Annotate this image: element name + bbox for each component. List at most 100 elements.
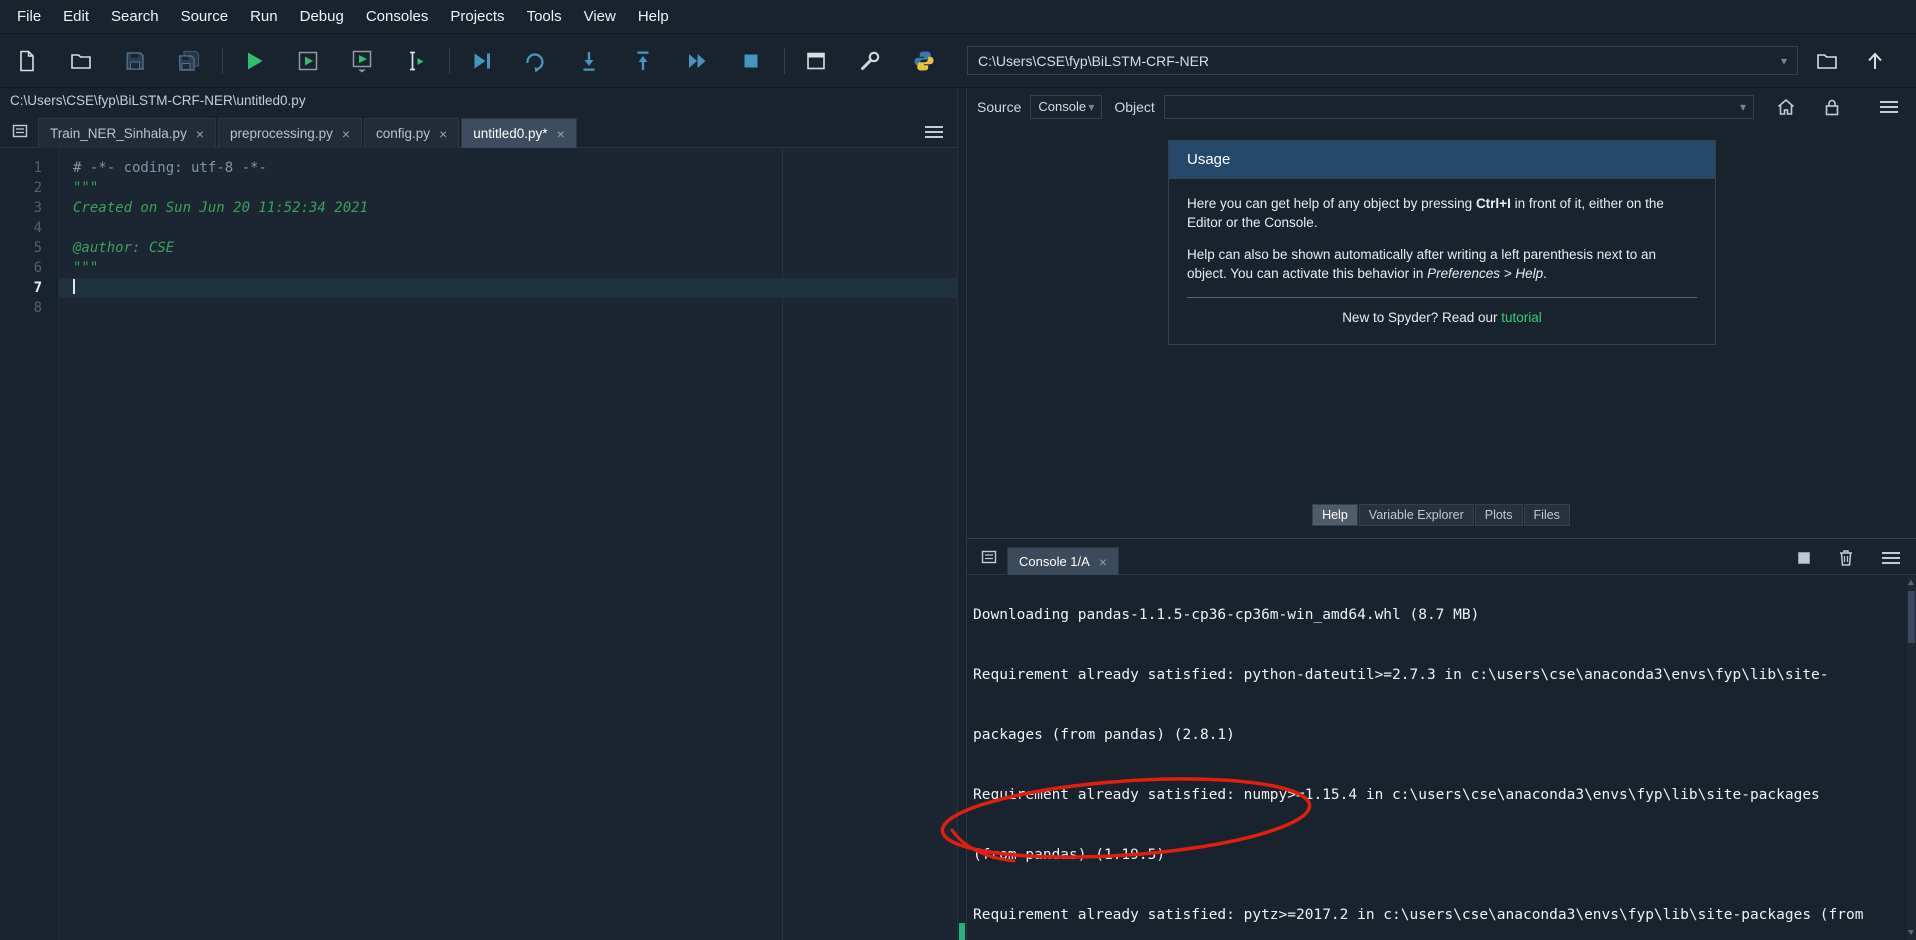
save-button[interactable] (120, 46, 150, 76)
close-icon[interactable]: × (196, 127, 204, 141)
continue-icon (685, 49, 709, 73)
scroll-up-icon[interactable] (1908, 580, 1914, 585)
debug-file-button[interactable] (466, 46, 496, 76)
code-line (73, 298, 957, 318)
step-into-icon (577, 49, 601, 73)
open-file-button[interactable] (66, 46, 96, 76)
usage-card: Usage Here you can get help of any objec… (1168, 140, 1716, 345)
lock-icon (1824, 98, 1840, 116)
run-icon (242, 49, 266, 73)
ipython-console-pane: Console 1/A × Downloading pandas-1.1.5-c… (967, 538, 1916, 940)
wrench-icon (858, 49, 882, 73)
arrow-up-icon (1863, 49, 1887, 73)
menu-tools[interactable]: Tools (516, 8, 573, 25)
close-icon[interactable]: × (557, 127, 565, 141)
editor-file-path: C:\Users\CSE\fyp\BiLSTM-CRF-NER\untitled… (0, 88, 957, 114)
scroll-down-icon[interactable] (1908, 930, 1914, 935)
code-line: # -*- coding: utf-8 -*- (73, 158, 957, 178)
editor-tab-train-ner-sinhala[interactable]: Train_NER_Sinhala.py × (38, 118, 216, 148)
menu-bar: File Edit Search Source Run Debug Consol… (0, 0, 1916, 34)
browse-directory-button[interactable] (1812, 46, 1842, 76)
usage-footer: New to Spyder? Read our tutorial (1187, 309, 1697, 332)
editor-tab-preprocessing[interactable]: preprocessing.py × (218, 118, 362, 148)
tutorial-link[interactable]: tutorial (1501, 310, 1542, 325)
usage-paragraph-1: Here you can get help of any object by p… (1187, 195, 1697, 233)
debug-step-into-button[interactable] (574, 46, 604, 76)
tab-help[interactable]: Help (1312, 504, 1358, 526)
editor-tab-untitled0[interactable]: untitled0.py* × (461, 118, 577, 148)
remove-console-button[interactable] (1837, 548, 1855, 567)
tools-button[interactable] (855, 46, 885, 76)
right-panel-tab-bar: Help Variable Explorer Plots Files (967, 504, 1916, 526)
run-cell-button[interactable] (293, 46, 323, 76)
step-out-icon (631, 49, 655, 73)
run-file-button[interactable] (239, 46, 269, 76)
console-tab[interactable]: Console 1/A × (1007, 547, 1119, 575)
menu-source[interactable]: Source (170, 8, 240, 25)
object-combobox[interactable]: ▾ (1164, 95, 1754, 119)
help-options-menu-icon[interactable] (1880, 101, 1898, 113)
code-editor[interactable]: 1 2 3 4 5 6 7 8 # -*- coding: utf-8 -*- … (0, 148, 957, 940)
console-line: Downloading pandas-1.1.5-cp36-cp36m-win_… (973, 605, 1907, 625)
tab-files[interactable]: Files (1524, 504, 1570, 526)
help-lock-button[interactable] (1824, 98, 1840, 116)
menu-consoles[interactable]: Consoles (355, 8, 440, 25)
object-label: Object (1114, 99, 1154, 115)
menu-view[interactable]: View (573, 8, 627, 25)
menu-projects[interactable]: Projects (439, 8, 515, 25)
open-folder-icon (69, 49, 93, 73)
browse-tabs-button[interactable] (977, 545, 1001, 569)
menu-search[interactable]: Search (100, 8, 170, 25)
editor-pane: C:\Users\CSE\fyp\BiLSTM-CRF-NER\untitled… (0, 88, 958, 940)
divider (1187, 297, 1697, 298)
tab-label: Train_NER_Sinhala.py (50, 126, 187, 141)
console-scrollbar[interactable] (1907, 575, 1916, 940)
menu-help[interactable]: Help (627, 8, 680, 25)
menu-run[interactable]: Run (239, 8, 289, 25)
maximize-pane-button[interactable] (801, 46, 831, 76)
new-file-button[interactable] (12, 46, 42, 76)
console-options-menu-icon[interactable] (1882, 552, 1900, 564)
debug-step-over-button[interactable] (520, 46, 550, 76)
usage-paragraph-2: Help can also be shown automatically aft… (1187, 246, 1697, 284)
trash-icon (1837, 548, 1855, 567)
menu-debug[interactable]: Debug (289, 8, 355, 25)
help-home-button[interactable] (1776, 97, 1796, 117)
editor-tab-config[interactable]: config.py × (364, 118, 459, 148)
console-output[interactable]: Downloading pandas-1.1.5-cp36-cp36m-win_… (967, 575, 1907, 940)
help-toolbar: Source Console ▾ Object ▾ (967, 88, 1916, 125)
source-select[interactable]: Console ▾ (1030, 95, 1102, 119)
debug-continue-button[interactable] (682, 46, 712, 76)
folder-icon (1815, 49, 1839, 73)
save-all-button[interactable] (174, 46, 204, 76)
editor-options-menu-icon[interactable] (925, 126, 943, 138)
code-line: """ (73, 258, 957, 278)
tab-label: preprocessing.py (230, 126, 333, 141)
run-selection-button[interactable] (401, 46, 431, 76)
close-icon[interactable]: × (439, 127, 447, 141)
chevron-down-icon[interactable]: ▾ (1781, 54, 1787, 68)
menu-file[interactable]: File (6, 8, 52, 25)
scrollbar-thumb[interactable] (1908, 591, 1915, 643)
working-directory-input[interactable]: C:\Users\CSE\fyp\BiLSTM-CRF-NER ▾ (967, 46, 1798, 75)
new-file-icon (15, 49, 39, 73)
interrupt-kernel-icon[interactable] (1798, 552, 1810, 564)
code-area[interactable]: # -*- coding: utf-8 -*- """ Created on S… (58, 148, 957, 940)
tab-plots[interactable]: Plots (1475, 504, 1523, 526)
chevron-down-icon: ▾ (1740, 100, 1746, 114)
pane-splitter[interactable] (959, 923, 965, 940)
close-icon[interactable]: × (342, 127, 350, 141)
python-path-button[interactable] (909, 46, 939, 76)
code-line: """ (73, 178, 957, 198)
python-logo-icon (912, 49, 936, 73)
go-up-directory-button[interactable] (1860, 46, 1890, 76)
tab-variable-explorer[interactable]: Variable Explorer (1359, 504, 1474, 526)
debug-step-out-button[interactable] (628, 46, 658, 76)
debug-stop-button[interactable] (736, 46, 766, 76)
menu-edit[interactable]: Edit (52, 8, 100, 25)
run-cell-advance-button[interactable] (347, 46, 377, 76)
browse-tabs-button[interactable] (8, 119, 32, 143)
help-pane: Source Console ▾ Object ▾ Usage (967, 88, 1916, 538)
close-icon[interactable]: × (1099, 555, 1107, 569)
source-label: Source (977, 99, 1021, 115)
